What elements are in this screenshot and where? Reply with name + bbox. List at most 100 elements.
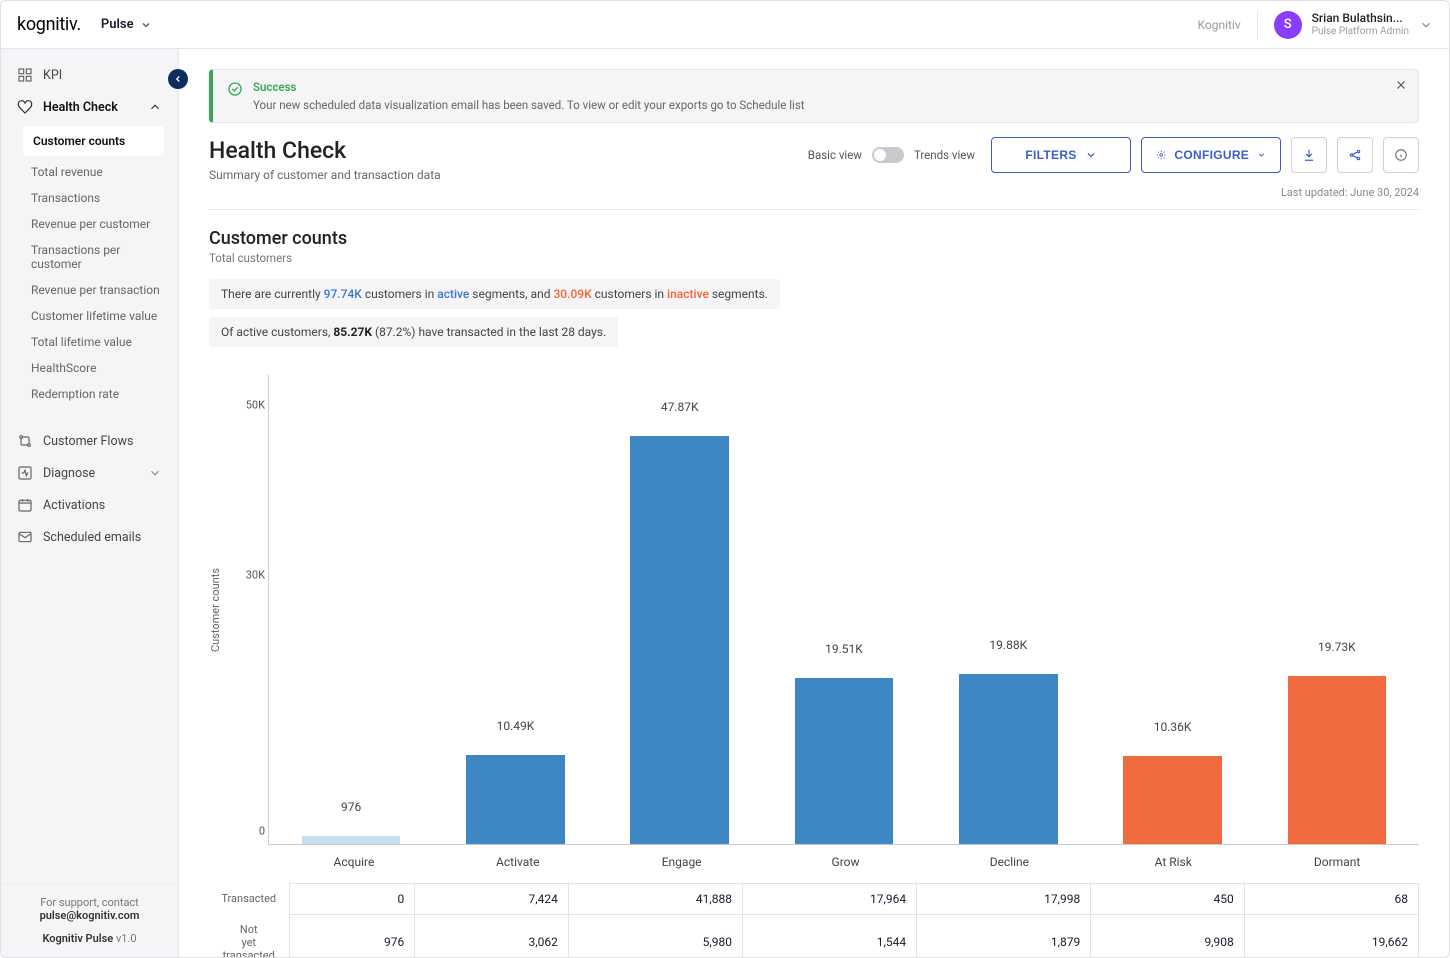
- sidebar-item-customer-flows[interactable]: Customer Flows: [9, 425, 170, 457]
- table-cell: 7,424: [415, 884, 569, 915]
- summary-line-2: Of active customers, 85.27K (87.2%) have…: [209, 317, 618, 347]
- bar-acquire[interactable]: 976: [269, 375, 433, 844]
- x-axis-label: Activate: [436, 845, 600, 869]
- row-label: Notyet transacted: [209, 915, 289, 958]
- table-cell: 19,662: [1244, 915, 1418, 958]
- configure-button[interactable]: CONFIGURE: [1141, 137, 1281, 173]
- org-label: Kognitiv: [1197, 18, 1240, 32]
- sidebar-item-label: Redemption rate: [31, 387, 119, 401]
- sidebar-item-label: Revenue per transaction: [31, 283, 160, 297]
- user-name: Srian Bulathsin...: [1312, 11, 1409, 25]
- table-cell: 41,888: [568, 884, 742, 915]
- sidebar-item-label: HealthScore: [31, 361, 96, 375]
- table-cell: 68: [1244, 884, 1418, 915]
- x-axis-label: Grow: [764, 845, 928, 869]
- section-subtitle: Total customers: [209, 251, 1419, 265]
- view-label-basic: Basic view: [808, 148, 862, 162]
- row-label: Transacted: [209, 884, 289, 915]
- alert-title: Success: [253, 80, 805, 94]
- bar-value-label: 10.49K: [497, 719, 535, 737]
- download-icon: [1302, 148, 1316, 162]
- sidebar-item-kpi[interactable]: KPI: [9, 59, 170, 91]
- view-toggle[interactable]: [872, 147, 904, 163]
- sidebar-item-label: Activations: [43, 498, 105, 513]
- bar-engage[interactable]: 47.87K: [598, 375, 762, 844]
- download-button[interactable]: [1291, 137, 1327, 173]
- sidebar-item-label: KPI: [43, 68, 62, 83]
- user-menu[interactable]: S Srian Bulathsin... Pulse Platform Admi…: [1257, 11, 1433, 39]
- sidebar-item-total-lifetime-value[interactable]: Total lifetime value: [9, 329, 170, 355]
- close-icon: [1394, 78, 1408, 92]
- bar-at-risk[interactable]: 10.36K: [1090, 375, 1254, 844]
- check-circle-icon: [227, 81, 243, 97]
- table-cell: 3,062: [415, 915, 569, 958]
- table-cell: 450: [1091, 884, 1245, 915]
- sidebar-item-label: Transactions: [31, 191, 100, 205]
- data-table: Transacted07,42441,88817,96417,99845068N…: [209, 883, 1419, 957]
- bar-activate[interactable]: 10.49K: [433, 375, 597, 844]
- sidebar-item-customer-counts[interactable]: Customer counts: [23, 126, 164, 156]
- table-cell: 976: [289, 915, 415, 958]
- sidebar-item-activations[interactable]: Activations: [9, 489, 170, 521]
- bar-dormant[interactable]: 19.73K: [1255, 375, 1419, 844]
- grid-icon: [17, 67, 33, 83]
- sidebar-item-health-check[interactable]: Health Check: [9, 91, 170, 123]
- share-icon: [1348, 148, 1362, 162]
- share-button[interactable]: [1337, 137, 1373, 173]
- bar-decline[interactable]: 19.88K: [926, 375, 1090, 844]
- sidebar-item-total-revenue[interactable]: Total revenue: [9, 159, 170, 185]
- sidebar-item-transactions-per-customer[interactable]: Transactions per customer: [9, 237, 170, 277]
- x-axis-label: Decline: [927, 845, 1091, 869]
- support-email[interactable]: pulse@kognitiv.com: [13, 909, 166, 922]
- chevron-left-icon: [173, 74, 183, 84]
- bar-value-label: 19.88K: [989, 638, 1027, 656]
- sidebar-item-scheduled-emails[interactable]: Scheduled emails: [9, 521, 170, 553]
- table-row: Notyet transacted9763,0625,9801,5441,879…: [209, 915, 1419, 958]
- sidebar-item-revenue-per-customer[interactable]: Revenue per customer: [9, 211, 170, 237]
- user-role: Pulse Platform Admin: [1312, 26, 1409, 38]
- sidebar-item-redemption-rate[interactable]: Redemption rate: [9, 381, 170, 407]
- sidebar-item-revenue-per-transaction[interactable]: Revenue per transaction: [9, 277, 170, 303]
- sidebar-collapse-button[interactable]: [168, 69, 188, 89]
- sidebar-item-customer-lifetime-value[interactable]: Customer lifetime value: [9, 303, 170, 329]
- chevron-down-icon: [1257, 149, 1266, 161]
- chevron-down-icon: [140, 19, 152, 31]
- table-cell: 17,998: [917, 884, 1091, 915]
- table-row: Transacted07,42441,88817,96417,99845068: [209, 884, 1419, 915]
- bar-value-label: 19.51K: [825, 642, 863, 660]
- info-icon: [1394, 148, 1408, 162]
- sidebar-item-label: Customer counts: [33, 134, 125, 148]
- alert-close-button[interactable]: [1394, 78, 1408, 92]
- x-axis-label: Dormant: [1255, 845, 1419, 869]
- table-cell: 1,544: [742, 915, 916, 958]
- mail-icon: [17, 529, 33, 545]
- alert-message: Your new scheduled data visualization em…: [253, 98, 805, 112]
- sidebar-item-label: Customer lifetime value: [31, 309, 157, 323]
- sidebar-item-label: Diagnose: [43, 466, 95, 481]
- product-name: Pulse: [101, 17, 134, 32]
- brand-logo: kognitiv.: [17, 14, 81, 35]
- success-alert: Success Your new scheduled data visualiz…: [209, 69, 1419, 123]
- avatar: S: [1274, 11, 1302, 39]
- sidebar-item-label: Revenue per customer: [31, 217, 150, 231]
- summary-line-1: There are currently 97.74K customers in …: [209, 279, 780, 309]
- bar-value-label: 976: [341, 800, 361, 818]
- sidebar-item-label: Customer Flows: [43, 434, 133, 449]
- table-cell: 9,908: [1091, 915, 1245, 958]
- info-button[interactable]: [1383, 137, 1419, 173]
- sidebar-item-diagnose[interactable]: Diagnose: [9, 457, 170, 489]
- x-axis-label: Acquire: [272, 845, 436, 869]
- product-switcher[interactable]: Pulse: [101, 17, 152, 32]
- flow-icon: [17, 433, 33, 449]
- filters-button[interactable]: FILTERS: [991, 137, 1131, 173]
- sidebar-item-label: Health Check: [43, 100, 118, 115]
- bar-value-label: 19.73K: [1318, 640, 1356, 658]
- view-label-trends: Trends view: [914, 148, 975, 162]
- bar-grow[interactable]: 19.51K: [762, 375, 926, 844]
- sidebar-item-healthscore[interactable]: HealthScore: [9, 355, 170, 381]
- section-title: Customer counts: [209, 228, 1419, 249]
- page-subtitle: Summary of customer and transaction data: [209, 168, 441, 182]
- table-cell: 1,879: [917, 915, 1091, 958]
- sidebar-item-transactions[interactable]: Transactions: [9, 185, 170, 211]
- sidebar-footer: For support, contact pulse@kognitiv.com …: [1, 883, 178, 957]
